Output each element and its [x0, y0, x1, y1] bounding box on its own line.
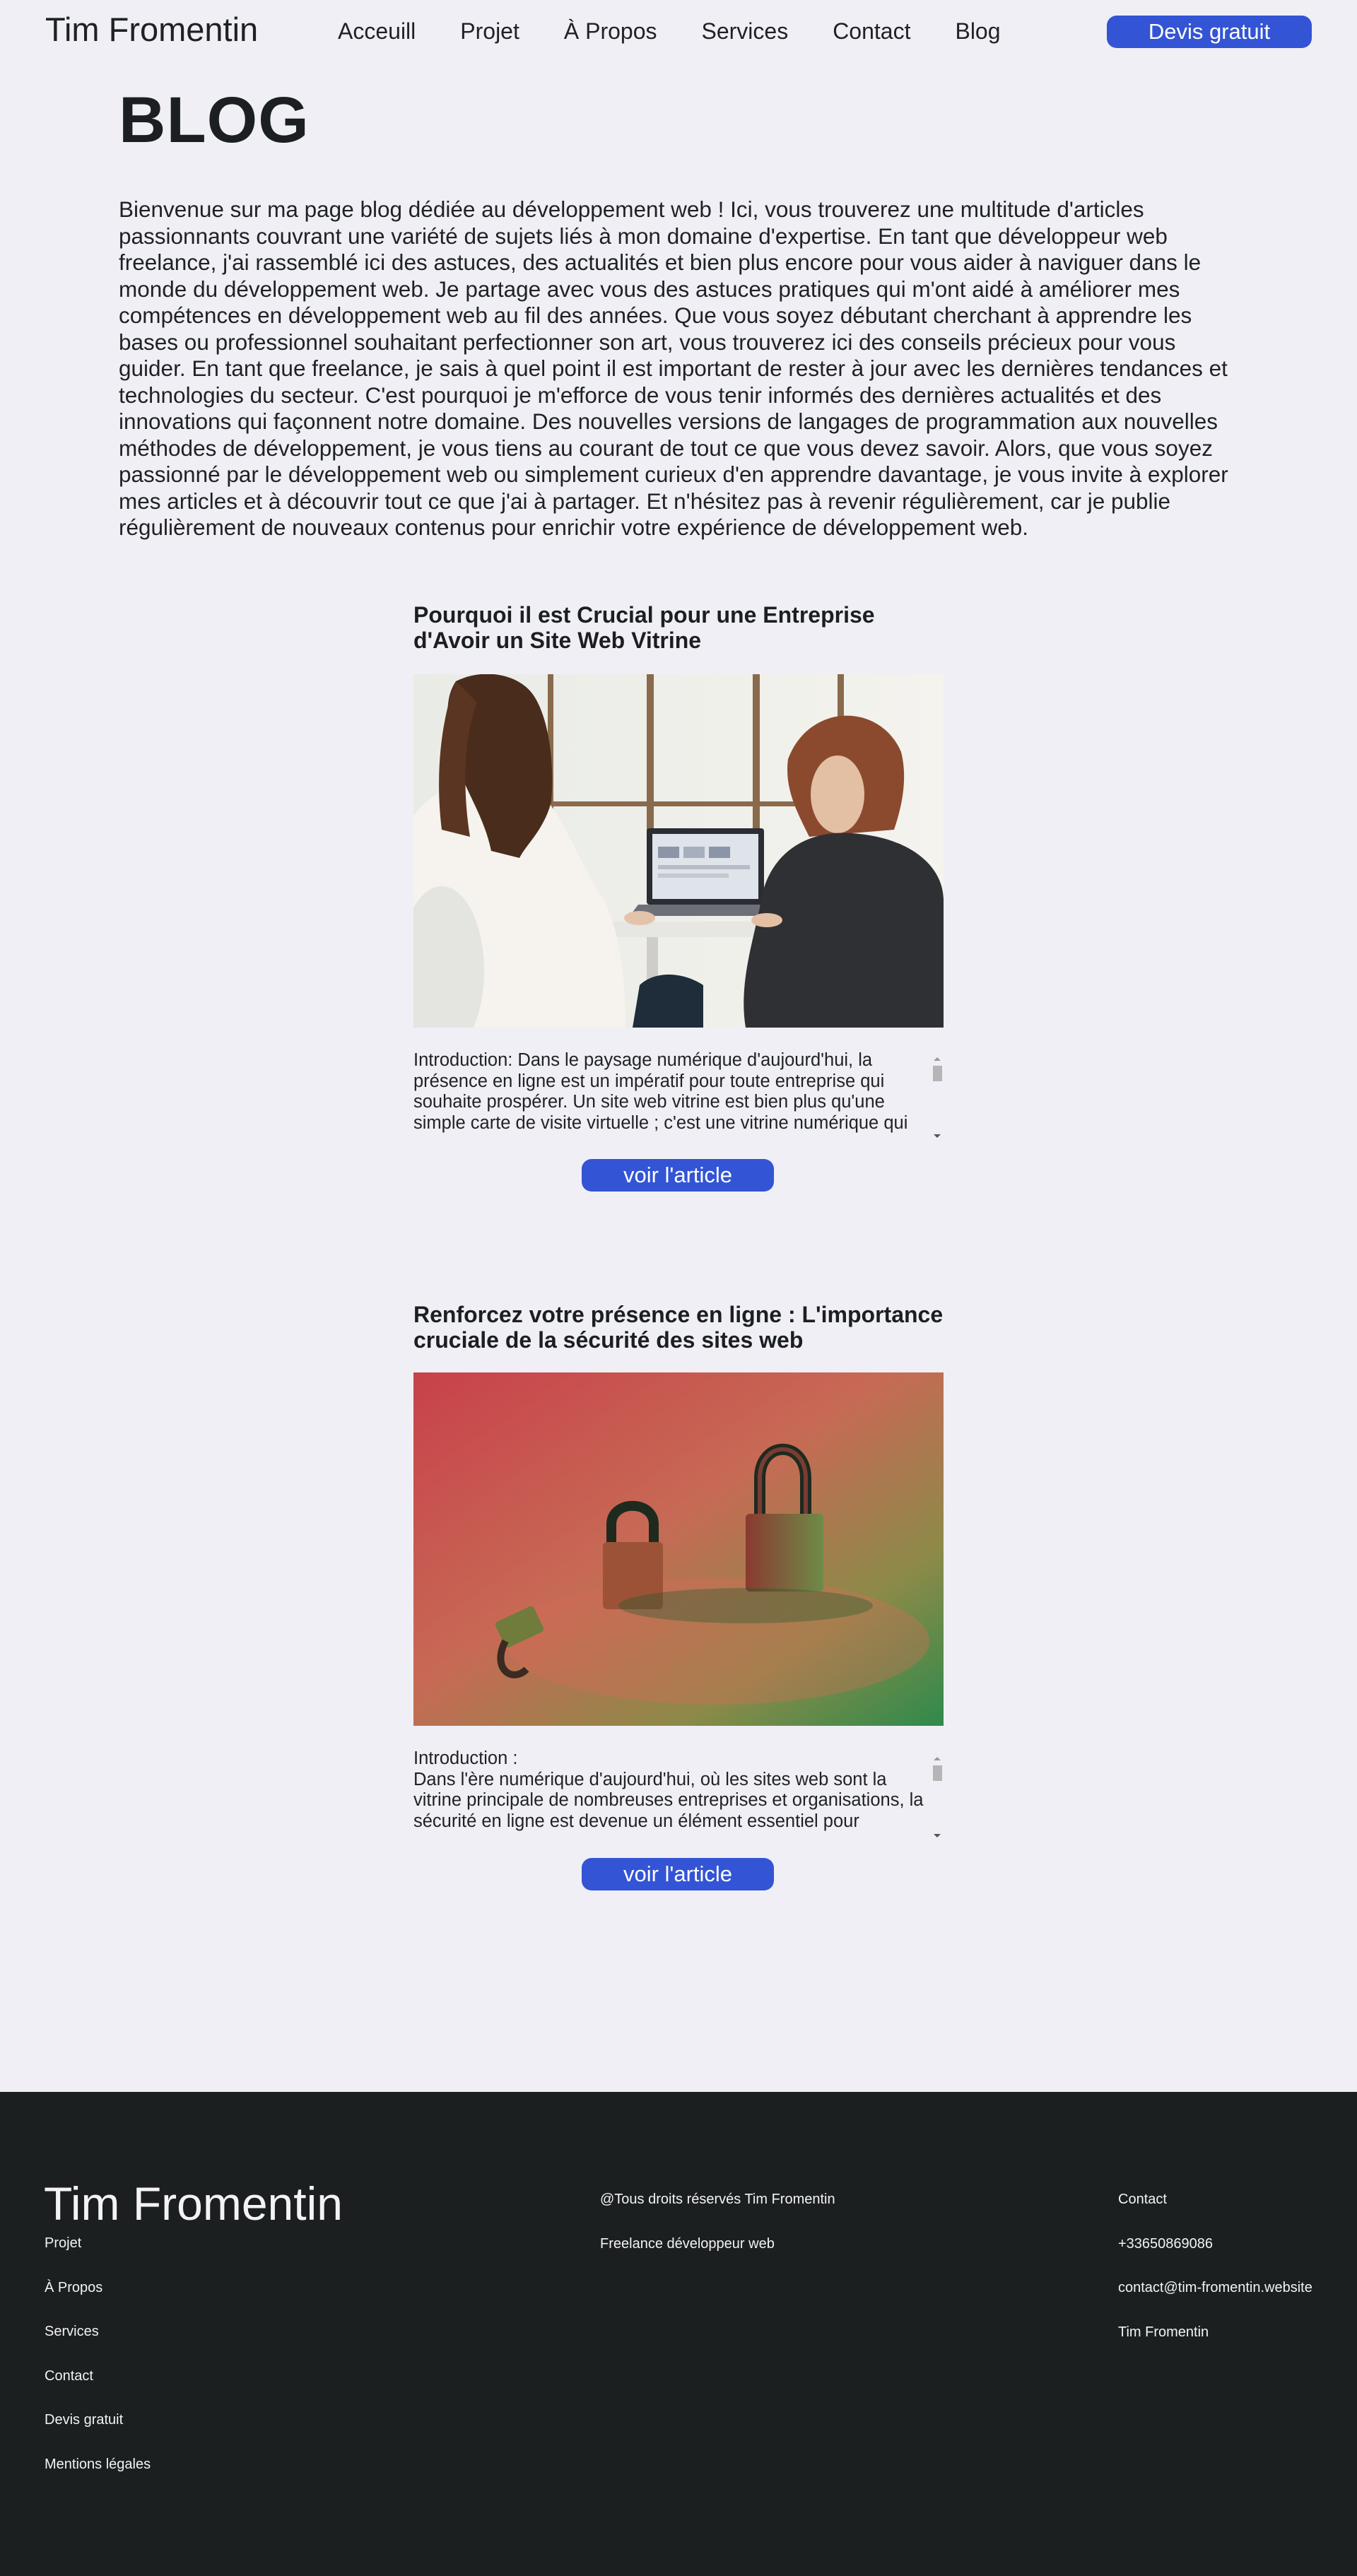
article-card: Renforcez votre présence en ligne : L'im… — [413, 1302, 944, 1895]
read-article-button[interactable]: voir l'article — [582, 1858, 774, 1890]
footer-links: Projet À Propos Services Contact Devis g… — [45, 2235, 151, 2500]
scroll-thumb[interactable] — [933, 1765, 942, 1781]
blog-intro: Bienvenue sur ma page blog dédiée au dév… — [119, 196, 1228, 540]
nav-item-blog[interactable]: Blog — [955, 18, 1000, 45]
contact-email[interactable]: contact@tim-fromentin.website — [1118, 2280, 1312, 2324]
footer-link-a-propos[interactable]: À Propos — [45, 2280, 151, 2324]
footer-link-devis-gratuit[interactable]: Devis gratuit — [45, 2412, 151, 2457]
site-footer: Tim Fromentin Projet À Propos Services C… — [0, 2092, 1357, 2576]
article-title: Pourquoi il est Crucial pour une Entrepr… — [413, 602, 875, 653]
page-title: BLOG — [119, 84, 310, 156]
nav-item-services[interactable]: Services — [701, 18, 788, 45]
footer-link-mentions-legales[interactable]: Mentions légales — [45, 2457, 151, 2501]
copyright-text: @Tous droits réservés Tim Fromentin — [600, 2192, 835, 2207]
article-image-laptop-meeting — [413, 674, 944, 1028]
nav-item-acceuill[interactable]: Acceuill — [338, 18, 416, 45]
scroll-thumb[interactable] — [933, 1066, 942, 1081]
site-logo[interactable]: Tim Fromentin — [45, 10, 258, 49]
nav-item-contact[interactable]: Contact — [833, 18, 910, 45]
nav-item-projet[interactable]: Projet — [460, 18, 519, 45]
footer-link-projet[interactable]: Projet — [45, 2235, 151, 2280]
scroll-down-icon[interactable] — [934, 1134, 941, 1138]
scroll-up-icon[interactable] — [934, 1057, 941, 1061]
scroll-down-icon[interactable] — [934, 1834, 941, 1837]
article-excerpt[interactable]: Introduction : Dans l'ère numérique d'au… — [413, 1748, 929, 1833]
site-header: Tim Fromentin Acceuill Projet À Propos S… — [0, 0, 1357, 64]
footer-link-contact[interactable]: Contact — [45, 2368, 151, 2413]
read-article-button[interactable]: voir l'article — [582, 1159, 774, 1192]
free-quote-button[interactable]: Devis gratuit — [1107, 16, 1312, 48]
article-image-padlocks — [413, 1372, 944, 1726]
contact-phone[interactable]: +33650869086 — [1118, 2236, 1312, 2281]
article-card: Pourquoi il est Crucial pour une Entrepr… — [413, 602, 944, 1196]
footer-brand: Tim Fromentin — [44, 2177, 343, 2230]
contact-heading: Contact — [1118, 2192, 1167, 2207]
excerpt-scrollbar[interactable] — [931, 1754, 944, 1839]
scroll-up-icon[interactable] — [934, 1757, 941, 1760]
contact-name: Tim Fromentin — [1118, 2324, 1209, 2340]
article-excerpt[interactable]: Introduction: Dans le paysage numérique … — [413, 1050, 929, 1135]
footer-contact: Contact +33650869086 contact@tim-froment… — [1118, 2192, 1312, 2368]
article-title: Renforcez votre présence en ligne : L'im… — [413, 1302, 944, 1353]
nav-item-a-propos[interactable]: À Propos — [564, 18, 657, 45]
main-nav: Acceuill Projet À Propos Services Contac… — [338, 18, 1045, 45]
footer-link-services[interactable]: Services — [45, 2324, 151, 2368]
footer-copyright: @Tous droits réservés Tim Fromentin Free… — [600, 2192, 835, 2280]
excerpt-scrollbar[interactable] — [931, 1054, 944, 1139]
freelance-text: Freelance développeur web — [600, 2235, 775, 2252]
